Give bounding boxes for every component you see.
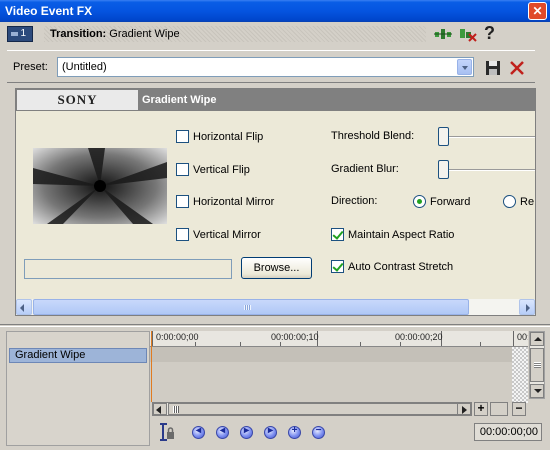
keyframe-timeline: Gradient Wipe 0:00:00;00 00:00:00;10 00:… xyxy=(0,328,550,450)
checkbox-box[interactable] xyxy=(176,228,189,241)
keyframe-row[interactable] xyxy=(150,347,528,362)
preset-label: Preset: xyxy=(13,61,48,73)
direction-forward-label: Forward xyxy=(430,196,471,208)
vertical-flip-label: Vertical Flip xyxy=(193,164,250,176)
add-keyframe-icon[interactable]: + xyxy=(288,425,301,439)
browse-button[interactable]: Browse... xyxy=(241,257,312,279)
horizontal-mirror-label: Horizontal Mirror xyxy=(193,196,275,208)
scroll-right-button[interactable] xyxy=(457,403,471,415)
ruler-time-label: 00:00:00;20 xyxy=(395,332,443,342)
track-item[interactable]: Gradient Wipe xyxy=(9,348,147,363)
playhead-cursor[interactable] xyxy=(151,331,152,402)
sony-logo: SONY xyxy=(17,90,138,110)
track-list: Gradient Wipe xyxy=(6,331,150,446)
delete-preset-icon[interactable] xyxy=(509,60,525,76)
plugin-header: SONY Gradient Wipe xyxy=(16,89,535,111)
panel-horizontal-scrollbar[interactable] xyxy=(16,299,535,315)
direction-reverse-label: Re xyxy=(520,196,535,208)
plugin-chain-icon[interactable] xyxy=(434,26,452,42)
auto-contrast-stretch-label: Auto Contrast Stretch xyxy=(348,261,454,273)
ruler-tick xyxy=(152,331,153,346)
keyframe-track-area[interactable] xyxy=(150,347,528,403)
window-titlebar: Video Event FX ✕ xyxy=(0,0,550,22)
fx-chain-button[interactable]: 1 xyxy=(7,26,33,42)
first-keyframe-icon[interactable]: ◂ xyxy=(192,425,205,439)
timeline-horizontal-scrollbar[interactable] xyxy=(152,402,472,416)
gradient-blur-slider-thumb[interactable] xyxy=(438,160,449,179)
gradient-blur-label: Gradient Blur: xyxy=(331,163,399,175)
horizontal-flip-label: Horizontal Flip xyxy=(193,131,264,143)
threshold-blend-slider-thumb[interactable] xyxy=(438,127,449,146)
close-button[interactable]: ✕ xyxy=(528,2,547,20)
zoom-in-button[interactable]: + xyxy=(474,402,488,416)
gradient-preview-image xyxy=(33,148,167,224)
remove-plugin-icon[interactable] xyxy=(459,26,477,42)
save-preset-icon[interactable] xyxy=(485,60,501,76)
window-title: Video Event FX xyxy=(5,4,93,18)
arrow-right-icon xyxy=(526,304,530,312)
scroll-thumb[interactable] xyxy=(168,403,470,415)
scroll-up-button[interactable] xyxy=(530,332,544,346)
arrow-left-icon xyxy=(20,304,24,312)
time-ruler[interactable]: 0:00:00;00 00:00:00;10 00:00:00;20 00:0 xyxy=(150,331,528,347)
transition-prefix: Transition: xyxy=(50,28,107,40)
scroll-left-button[interactable] xyxy=(16,299,32,315)
radio-button[interactable] xyxy=(503,195,516,208)
timeline-vertical-scrollbar[interactable] xyxy=(529,331,545,399)
scroll-down-button[interactable] xyxy=(530,384,544,398)
zoom-slider[interactable] xyxy=(490,402,508,416)
chevron-down-icon[interactable] xyxy=(457,59,472,75)
maintain-aspect-ratio-label: Maintain Aspect Ratio xyxy=(348,229,455,241)
checkbox-box[interactable] xyxy=(331,228,344,241)
direction-reverse-radio[interactable]: Re xyxy=(503,195,535,209)
scroll-left-button[interactable] xyxy=(153,403,167,415)
previous-keyframe-icon[interactable]: ◂ xyxy=(216,425,229,439)
zoom-out-button[interactable]: − xyxy=(512,402,526,416)
ruler-tick xyxy=(513,331,514,346)
ruler-time-label: 00:0 xyxy=(517,332,528,342)
ruler-time-label: 00:00:00;10 xyxy=(271,332,319,342)
transition-label: Transition: Gradient Wipe xyxy=(44,26,426,42)
sync-cursor-icon[interactable] xyxy=(158,423,176,441)
checkbox-box[interactable] xyxy=(176,163,189,176)
ruler-time-label: 0:00:00;00 xyxy=(156,332,199,342)
arrow-right-icon xyxy=(462,406,467,414)
next-keyframe-icon[interactable]: ▸ xyxy=(240,425,253,439)
vertical-mirror-label: Vertical Mirror xyxy=(193,229,261,241)
gradient-blur-slider-track[interactable] xyxy=(441,169,535,171)
threshold-blend-slider-track[interactable] xyxy=(441,136,535,138)
scroll-thumb[interactable] xyxy=(530,348,544,382)
radio-button[interactable] xyxy=(413,195,426,208)
checkbox-box[interactable] xyxy=(176,130,189,143)
help-icon[interactable]: ? xyxy=(484,23,495,44)
preset-dropdown[interactable]: (Untitled) xyxy=(57,57,474,77)
transition-name: Gradient Wipe xyxy=(109,28,180,40)
splitter[interactable] xyxy=(0,324,550,327)
keyframe-navigation-bar: ◂ ◂ ▸ ▸ + − 00:00:00;00 xyxy=(152,420,547,444)
direction-label: Direction: xyxy=(331,195,378,207)
gradient-file-field[interactable] xyxy=(24,259,232,279)
scroll-thumb[interactable] xyxy=(33,299,469,315)
scroll-right-button[interactable] xyxy=(519,299,535,315)
arrow-left-icon xyxy=(156,406,161,414)
preset-row: Preset: (Untitled) xyxy=(7,50,535,83)
timeline-end-region xyxy=(512,347,528,403)
fx-toolbar: 1 Transition: Gradient Wipe ? xyxy=(0,22,550,47)
delete-keyframe-icon[interactable]: − xyxy=(312,425,325,439)
preset-value: (Untitled) xyxy=(62,61,107,73)
current-time-display[interactable]: 00:00:00;00 xyxy=(474,423,542,441)
last-keyframe-icon[interactable]: ▸ xyxy=(264,425,277,439)
checkbox-box[interactable] xyxy=(331,260,344,273)
plugin-name: Gradient Wipe xyxy=(142,94,217,106)
checkbox-box[interactable] xyxy=(176,195,189,208)
threshold-blend-label: Threshold Blend: xyxy=(331,130,415,142)
plugin-panel: SONY Gradient Wipe Horizontal Flip Verti… xyxy=(15,88,536,316)
